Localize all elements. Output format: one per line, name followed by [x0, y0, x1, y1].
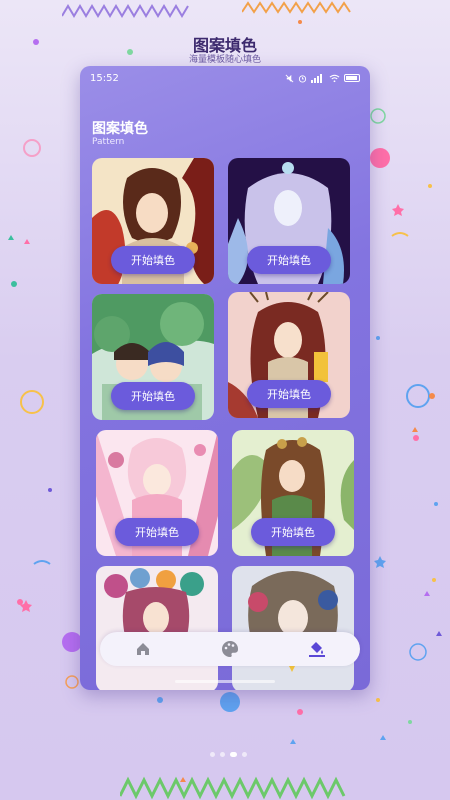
palette-icon [221, 640, 239, 657]
carousel-dot [220, 752, 225, 757]
phone-screen: 15:52 图案填色 Pattern 开始填色 开始填色 开始填色 开始填色 开… [80, 66, 370, 690]
pattern-card[interactable] [96, 566, 218, 690]
start-coloring-button[interactable]: 开始填色 [111, 246, 195, 274]
pattern-card[interactable]: 开始填色 [92, 294, 214, 420]
start-coloring-button[interactable]: 开始填色 [115, 518, 199, 546]
pattern-card[interactable]: 开始填色 [92, 158, 214, 284]
wifi-icon [329, 74, 340, 82]
status-time: 15:52 [90, 72, 119, 84]
promo-subtitle: 海量模板随心填色 [188, 55, 261, 65]
bottom-tab-bar [100, 632, 360, 666]
tab-home[interactable] [123, 634, 163, 664]
pattern-card[interactable]: 开始填色 [96, 430, 218, 556]
tab-palette[interactable] [210, 634, 250, 664]
status-icons [285, 73, 360, 83]
pattern-card[interactable]: 开始填色 [228, 158, 350, 284]
start-coloring-button[interactable]: 开始填色 [251, 518, 335, 546]
page-title: 图案填色 [92, 121, 148, 137]
pattern-card[interactable]: 开始填色 [228, 292, 350, 418]
carousel-dots [210, 752, 247, 757]
tab-fill[interactable] [297, 634, 337, 664]
start-coloring-button[interactable]: 开始填色 [111, 382, 195, 410]
home-indicator [175, 680, 275, 683]
start-coloring-button[interactable]: 开始填色 [247, 246, 331, 274]
start-coloring-button[interactable]: 开始填色 [247, 380, 331, 408]
carousel-dot [210, 752, 215, 757]
carousel-dot [242, 752, 247, 757]
page-subtitle: Pattern [92, 137, 125, 147]
pattern-card[interactable]: 开始填色 [232, 430, 354, 556]
alarm-icon [298, 74, 307, 83]
carousel-dot-active [230, 752, 237, 757]
status-bar: 15:52 [80, 66, 370, 90]
home-icon [137, 643, 150, 655]
signal-icon [311, 73, 322, 83]
mute-icon [285, 74, 294, 82]
artwork-image [96, 566, 218, 690]
artwork-image [232, 566, 354, 690]
battery-icon [344, 74, 360, 82]
paint-bucket-icon [308, 642, 325, 657]
pattern-card[interactable] [232, 566, 354, 690]
